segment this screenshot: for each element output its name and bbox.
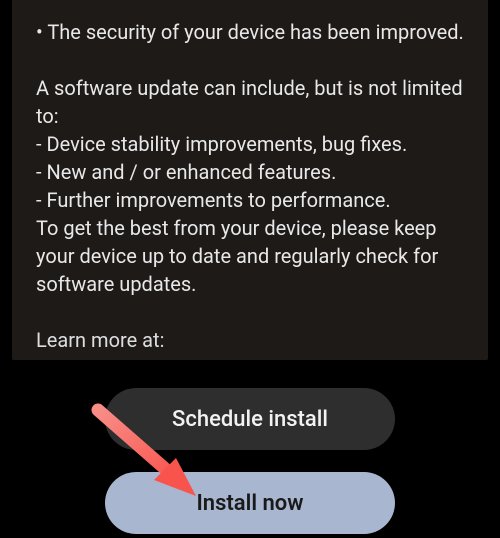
- install-now-button[interactable]: Install now: [105, 472, 395, 534]
- update-can-include-line: A software update can include, but is no…: [36, 74, 464, 130]
- update-advice-line: To get the best from your device, please…: [36, 214, 464, 298]
- update-item-1: - Device stability improvements, bug fix…: [36, 130, 464, 158]
- update-notes-card: • The security of your device has been i…: [12, 0, 488, 360]
- button-container: Schedule install Install now: [0, 388, 500, 534]
- schedule-install-button[interactable]: Schedule install: [105, 388, 395, 450]
- schedule-install-label: Schedule install: [172, 407, 328, 432]
- install-now-label: Install now: [196, 491, 303, 516]
- learn-more-line: Learn more at:: [36, 326, 464, 354]
- update-item-2: - New and / or enhanced features.: [36, 158, 464, 186]
- update-item-3: - Further improvements to performance.: [36, 186, 464, 214]
- security-improvement-line: • The security of your device has been i…: [36, 18, 464, 46]
